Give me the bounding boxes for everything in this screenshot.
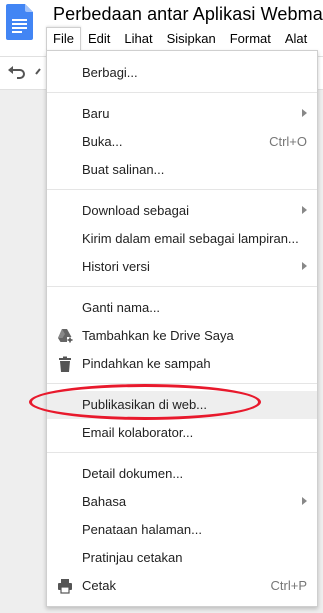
- menu-item-label: Pindahkan ke sampah: [82, 356, 211, 371]
- undo-icon[interactable]: [8, 65, 26, 79]
- menu-item-new[interactable]: Baru: [47, 100, 317, 128]
- menu-item-document-details[interactable]: Detail dokumen...: [47, 460, 317, 488]
- submenu-arrow-icon: [302, 109, 307, 117]
- menu-item-label: Ganti nama...: [82, 300, 161, 315]
- menu-item-label: Buka...: [82, 134, 123, 149]
- file-menu-dropdown: Berbagi... Baru Buka... Ctrl+O Buat sali…: [46, 50, 318, 607]
- menu-item-label: Pratinjau cetakan: [82, 550, 183, 565]
- menu-view[interactable]: Lihat: [117, 27, 159, 51]
- menu-item-print-preview[interactable]: Pratinjau cetakan: [47, 544, 317, 572]
- menu-item-version-history[interactable]: Histori versi: [47, 253, 317, 281]
- menu-divider: [47, 92, 317, 93]
- menu-item-add-to-drive[interactable]: Tambahkan ke Drive Saya: [47, 322, 317, 350]
- google-docs-window: Perbedaan antar Aplikasi Webmai File Edit…: [0, 0, 323, 613]
- menu-item-label: Berbagi...: [82, 65, 138, 80]
- menu-item-open[interactable]: Buka... Ctrl+O: [47, 128, 317, 156]
- menu-divider: [47, 286, 317, 287]
- menu-tools[interactable]: Alat: [278, 27, 314, 51]
- printer-icon: [58, 579, 72, 594]
- menu-divider: [47, 383, 317, 384]
- menu-item-label: Cetak: [82, 578, 116, 593]
- menu-item-language[interactable]: Bahasa: [47, 488, 317, 516]
- menu-item-label: Email kolaborator...: [82, 425, 194, 440]
- menu-item-rename[interactable]: Ganti nama...: [47, 294, 317, 322]
- shortcut-label: Ctrl+P: [270, 578, 307, 593]
- menu-item-label: Baru: [82, 106, 110, 121]
- menu-item-label: Publikasikan di web...: [82, 397, 208, 412]
- menu-item-label: Kirim dalam email sebagai lampiran...: [82, 231, 299, 246]
- menu-item-move-to-trash[interactable]: Pindahkan ke sampah: [47, 350, 317, 378]
- drive-add-icon: [58, 329, 73, 343]
- menu-divider: [47, 452, 317, 453]
- menu-insert[interactable]: Sisipkan: [160, 27, 223, 51]
- submenu-arrow-icon: [302, 262, 307, 270]
- menu-item-label: Buat salinan...: [82, 162, 165, 177]
- menu-item-print[interactable]: Cetak Ctrl+P: [47, 572, 317, 600]
- menu-item-label: Penataan halaman...: [82, 522, 202, 537]
- menu-item-label: Download sebagai: [82, 203, 189, 218]
- menu-item-label: Bahasa: [82, 494, 127, 509]
- menu-item-label: Histori versi: [82, 259, 150, 274]
- menu-item-label: Detail dokumen...: [82, 466, 184, 481]
- menu-item-page-setup[interactable]: Penataan halaman...: [47, 516, 317, 544]
- menu-item-email-attachment[interactable]: Kirim dalam email sebagai lampiran...: [47, 225, 317, 253]
- menu-divider: [47, 189, 317, 190]
- submenu-arrow-icon: [302, 206, 307, 214]
- menu-format[interactable]: Format: [223, 27, 278, 51]
- trash-icon: [59, 356, 71, 372]
- menu-item-share[interactable]: Berbagi...: [47, 59, 317, 87]
- shortcut-label: Ctrl+O: [269, 134, 307, 149]
- menu-file[interactable]: File: [46, 27, 81, 52]
- redo-icon[interactable]: [34, 66, 44, 76]
- menu-item-make-copy[interactable]: Buat salinan...: [47, 156, 317, 184]
- menu-bar: File Edit Lihat Sisipkan Format Alat: [46, 27, 314, 52]
- menu-item-publish-to-web[interactable]: Publikasikan di web...: [47, 391, 317, 419]
- menu-item-download-as[interactable]: Download sebagai: [47, 197, 317, 225]
- document-title[interactable]: Perbedaan antar Aplikasi Webmai: [53, 4, 323, 25]
- submenu-arrow-icon: [302, 497, 307, 505]
- menu-item-label: Tambahkan ke Drive Saya: [82, 328, 234, 343]
- menu-edit[interactable]: Edit: [81, 27, 117, 51]
- menu-item-email-collaborators[interactable]: Email kolaborator...: [47, 419, 317, 447]
- google-docs-icon[interactable]: [6, 4, 33, 40]
